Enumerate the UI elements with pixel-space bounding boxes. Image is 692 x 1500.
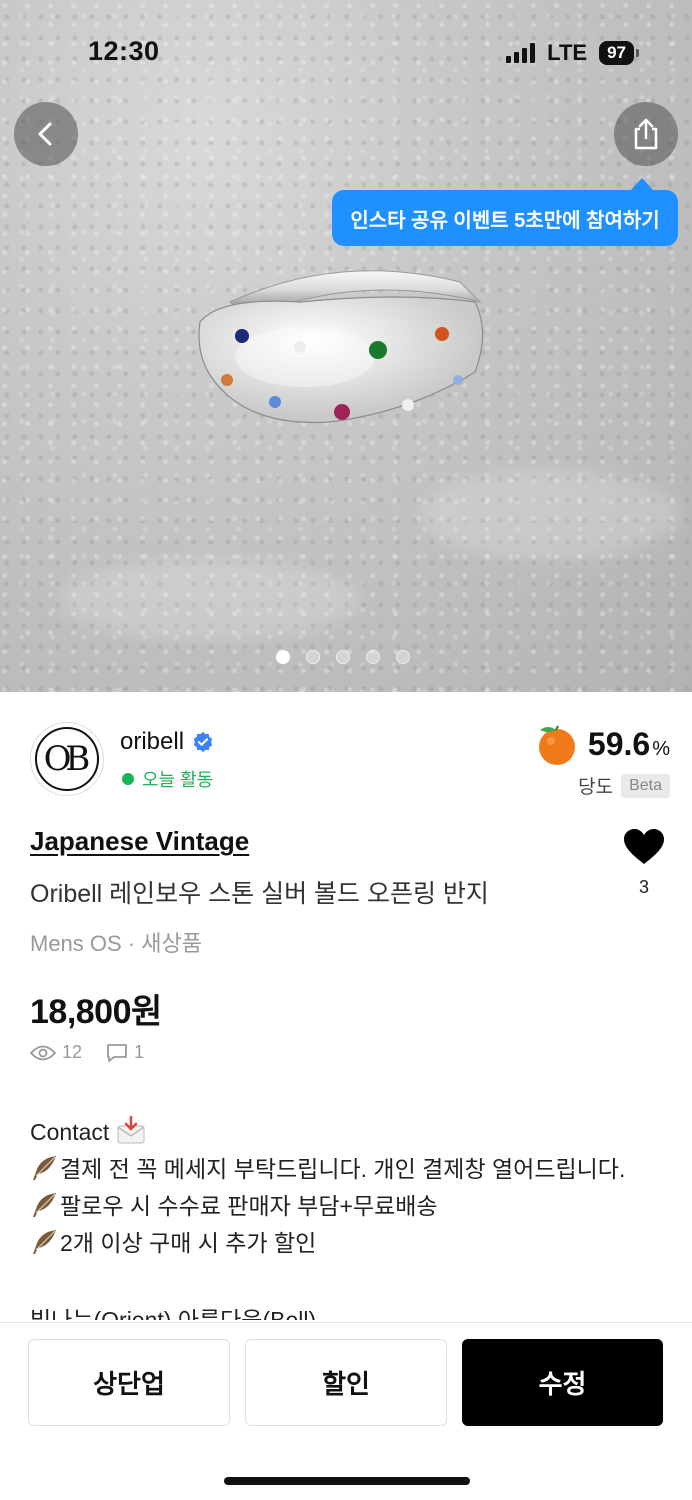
pager-dot[interactable] bbox=[366, 650, 380, 664]
battery-indicator: 97 bbox=[599, 41, 639, 65]
sweetness-number: 59.6 bbox=[587, 725, 651, 762]
comment-icon bbox=[107, 1043, 127, 1062]
description-line-text: 팔로우 시 수수료 판매자 부담+무료배송 bbox=[60, 1193, 438, 1219]
envelope-arrow-icon bbox=[117, 1115, 145, 1144]
sweetness-label: 당도 bbox=[578, 777, 614, 798]
beta-badge: Beta bbox=[621, 773, 670, 798]
feather-icon bbox=[33, 1193, 56, 1217]
description-heading-row: Contact bbox=[30, 1114, 625, 1151]
heart-icon bbox=[624, 829, 664, 864]
tangerine-icon bbox=[538, 725, 575, 765]
sweetness-score[interactable]: 59.6% 당도 Beta bbox=[534, 722, 670, 799]
activity-status: 오늘 활동 bbox=[122, 766, 213, 792]
instagram-share-tooltip[interactable]: 인스타 공유 이벤트 5초만에 참여하기 bbox=[332, 178, 678, 246]
status-bar: 12:30 LTE 97 bbox=[0, 28, 692, 76]
bottom-action-bar: 상단업 할인 수정 bbox=[0, 1322, 692, 1500]
image-texture bbox=[420, 470, 680, 560]
pager-dot[interactable] bbox=[276, 650, 290, 664]
chevron-left-icon bbox=[38, 122, 52, 146]
signal-icon bbox=[506, 43, 536, 63]
description-line-text: 2개 이상 구매 시 추가 할인 bbox=[60, 1230, 317, 1256]
seller-avatar[interactable]: OB bbox=[30, 722, 104, 796]
sweetness-value: 59.6% bbox=[588, 726, 670, 763]
image-texture bbox=[60, 560, 360, 640]
description-line: 2개 이상 구매 시 추가 할인 bbox=[30, 1225, 625, 1262]
share-button[interactable] bbox=[614, 102, 678, 166]
product-description: Contact 결제 전 꼭 메세지 부탁드립니다. 개인 결제창 열어드립니다… bbox=[30, 1114, 625, 1320]
like-count: 3 bbox=[638, 877, 649, 897]
seller-logo-text: OB bbox=[35, 727, 99, 791]
verified-badge-icon bbox=[193, 731, 213, 753]
description-heading: Contact bbox=[30, 1119, 110, 1145]
feather-icon bbox=[33, 1156, 56, 1180]
sweetness-unit: % bbox=[652, 737, 670, 760]
seller-name: oribell bbox=[120, 728, 185, 755]
description-line-text: 결제 전 꼭 메세지 부탁드립니다. 개인 결제창 열어드립니다. bbox=[60, 1156, 626, 1182]
product-meta: Mens OS · 새상품 bbox=[30, 931, 202, 956]
home-indicator[interactable] bbox=[224, 1477, 470, 1485]
ring-photo bbox=[198, 270, 484, 424]
product-stats: 12 1 bbox=[30, 1042, 144, 1063]
like-button[interactable]: 3 bbox=[620, 828, 668, 898]
pager-dot[interactable] bbox=[396, 650, 410, 664]
status-time: 12:30 bbox=[88, 36, 160, 66]
description-line: 팔로우 시 수수료 판매자 부담+무료배송 bbox=[30, 1188, 625, 1225]
product-image[interactable] bbox=[0, 0, 692, 692]
eye-icon bbox=[30, 1045, 56, 1060]
description-cut-line: 빛나는(Orient) 아름다움(Bell) bbox=[30, 1307, 317, 1320]
back-button[interactable] bbox=[14, 102, 78, 166]
edit-button[interactable]: 수정 bbox=[462, 1339, 663, 1426]
seller-name-row[interactable]: oribell bbox=[120, 728, 214, 756]
product-price: 18,800원 bbox=[30, 993, 162, 1031]
brand-link[interactable]: Japanese Vintage bbox=[30, 826, 249, 857]
activity-label: 오늘 활동 bbox=[142, 770, 214, 790]
discount-button[interactable]: 할인 bbox=[245, 1339, 447, 1426]
network-label: LTE bbox=[547, 40, 588, 65]
feather-icon bbox=[33, 1230, 56, 1254]
online-dot-icon bbox=[122, 773, 134, 785]
view-count: 12 bbox=[62, 1042, 83, 1062]
bump-button[interactable]: 상단업 bbox=[28, 1339, 230, 1426]
description-line: 결제 전 꼭 메세지 부탁드립니다. 개인 결제창 열어드립니다. bbox=[30, 1151, 625, 1188]
share-icon bbox=[634, 118, 658, 150]
seller-row[interactable]: OB oribell 오늘 활동 59.6% 당도 Beta bbox=[30, 722, 670, 798]
pager-dot[interactable] bbox=[336, 650, 350, 664]
image-pager bbox=[276, 650, 410, 664]
product-title: Oribell 레인보우 스톤 실버 볼드 오픈링 반지 bbox=[30, 880, 489, 908]
comment-count: 1 bbox=[134, 1042, 145, 1062]
pager-dot[interactable] bbox=[306, 650, 320, 664]
